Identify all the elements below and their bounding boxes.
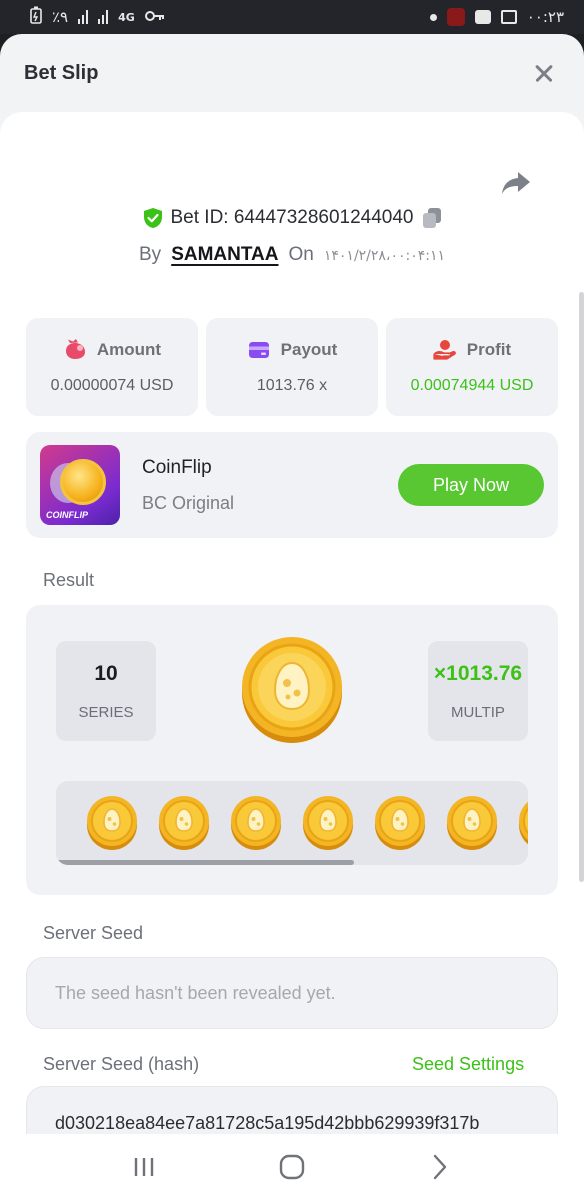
recent-apps-button[interactable]: [124, 1147, 164, 1187]
result-coin-icon: [240, 635, 344, 743]
series-label: SERIES: [78, 703, 134, 721]
stat-payout-label: Payout: [280, 340, 338, 359]
stat-profit-label: Profit: [466, 340, 512, 359]
back-button[interactable]: [420, 1147, 460, 1187]
server-seed-hash-label: Server Seed (hash): [43, 1054, 200, 1074]
status-right: ۰۰:۲۳: [429, 8, 564, 26]
page-scrollbar[interactable]: [579, 292, 584, 882]
series-coin-icon: [158, 795, 210, 851]
status-bar: ٪۹ 4G ۰۰:۲۳: [0, 0, 584, 34]
coinflip-game-thumbnail[interactable]: COINFLIP: [40, 445, 120, 525]
clock: ۰۰:۲۳: [526, 8, 564, 26]
bet-stats: Amount 0.00000074 USD Payout 1013.76 x P…: [26, 318, 558, 416]
series-coin-icon: [518, 795, 528, 851]
server-seed-label: Server Seed: [43, 923, 144, 943]
coin-strip-scrollbar[interactable]: [56, 860, 354, 865]
multiplier-value: ×1013.76: [433, 661, 523, 685]
username-link[interactable]: SAMANTAA: [171, 244, 278, 266]
network-type: 4G: [118, 10, 135, 24]
game-info: CoinFlip BC Original: [142, 457, 398, 514]
game-name: CoinFlip: [142, 456, 212, 478]
close-button[interactable]: [530, 59, 558, 87]
server-seed-field: The seed hasn't been revealed yet.: [26, 957, 558, 1029]
sheet-title: Bet Slip: [24, 61, 99, 84]
game-subtitle: BC Original: [142, 492, 235, 513]
battery-percent: ٪۹: [52, 8, 69, 26]
verified-shield-icon: [143, 207, 163, 229]
hand-coin-icon: [433, 339, 457, 361]
series-coin-icon: [446, 795, 498, 851]
key-icon: [144, 8, 165, 26]
navigation-bar: [0, 1134, 584, 1200]
stat-amount-label: Amount: [96, 340, 162, 359]
stat-amount-value: 0.00000074 USD: [50, 377, 174, 394]
series-coin-icon: [86, 795, 138, 851]
status-left: ٪۹ 4G: [30, 6, 165, 28]
game-card: COINFLIP CoinFlip BC Original Play Now: [26, 432, 558, 538]
seed-settings-link[interactable]: Seed Settings: [412, 1054, 524, 1075]
copy-icon[interactable]: [422, 207, 442, 229]
result-label: Result: [43, 570, 95, 590]
stat-amount: Amount 0.00000074 USD: [26, 318, 198, 416]
multiplier-box: ×1013.76 MULTIP: [428, 641, 528, 741]
message-icon: [474, 10, 491, 24]
thumb-label: COINFLIP: [46, 510, 88, 520]
bet-id-row: Bet ID: 64447328601244040: [0, 207, 584, 229]
server-seed-hash-field[interactable]: d030218ea84ee7a81728c5a195d42bbb629939f3…: [26, 1086, 558, 1134]
image-icon: [500, 10, 517, 24]
coin-series-strip[interactable]: [56, 781, 528, 865]
bet-slip-sheet: Bet Slip Bet ID: 64447328601244040 By SA…: [0, 34, 584, 1134]
signal-icon-2: [98, 10, 109, 24]
home-button[interactable]: [272, 1147, 312, 1187]
coin-row: [86, 795, 528, 851]
stat-payout-value: 1013.76 x: [256, 377, 328, 394]
bag-icon: [63, 339, 87, 361]
series-box: 10 SERIES: [56, 641, 156, 741]
result-panel: 10 SERIES ×1013.76 MULTIP: [26, 605, 558, 895]
server-seed-hash-value: d030218ea84ee7a81728c5a195d42bbb629939f3…: [55, 1113, 480, 1133]
series-coin-icon: [374, 795, 426, 851]
stat-payout: Payout 1013.76 x: [206, 318, 378, 416]
series-value: 10: [94, 661, 118, 685]
bet-date: ۱۴۰۱/۲/۲۸،۰۰:۰۴:۱۱: [323, 248, 445, 264]
bet-id: Bet ID: 64447328601244040: [170, 207, 414, 228]
stat-profit: Profit 0.00074944 USD: [386, 318, 558, 416]
share-icon[interactable]: [500, 169, 532, 197]
bet-author-row: By SAMANTAA On ۱۴۰۱/۲/۲۸،۰۰:۰۴:۱۱: [0, 244, 584, 266]
series-coin-icon: [302, 795, 354, 851]
wallet-icon: [247, 339, 271, 361]
stat-profit-value: 0.00074944 USD: [410, 377, 534, 394]
signal-icon: [78, 10, 89, 24]
bet-detail-panel: Bet ID: 64447328601244040 By SAMANTAA On…: [0, 112, 584, 1134]
app-notification-icon: [446, 8, 465, 26]
thumb-coin-icon: [60, 459, 106, 505]
series-coin-icon: [230, 795, 282, 851]
sheet-header: Bet Slip: [0, 34, 584, 112]
play-now-button[interactable]: Play Now: [398, 464, 544, 506]
on-label: On: [288, 244, 314, 265]
battery-saver-icon: [30, 6, 42, 28]
by-label: By: [139, 244, 162, 265]
notification-dot-icon: [429, 13, 437, 21]
multiplier-label: MULTIP: [451, 703, 505, 721]
